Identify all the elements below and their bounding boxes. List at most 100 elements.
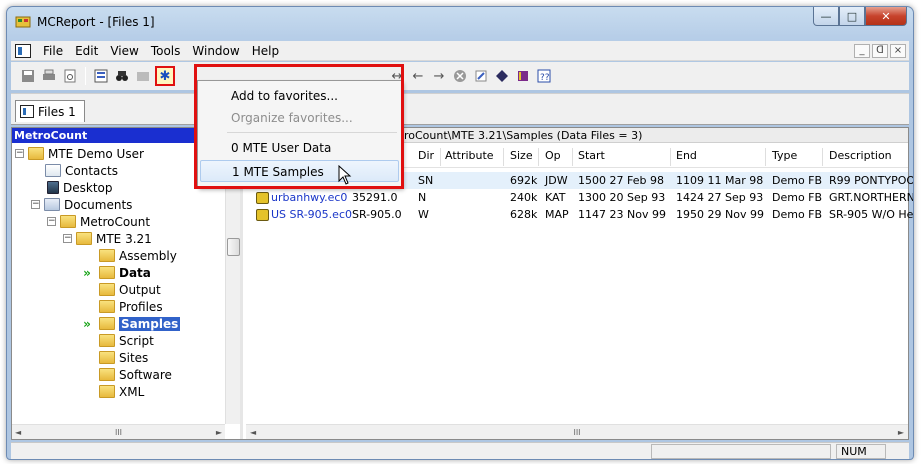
num-lock-indicator: NUM bbox=[836, 444, 886, 459]
tab-label: Files 1 bbox=[38, 104, 76, 119]
cell-op: JDW bbox=[545, 174, 568, 187]
collapse-icon[interactable]: − bbox=[15, 149, 24, 158]
tree-item-label: Sites bbox=[119, 350, 149, 365]
cell-dir: N bbox=[418, 191, 427, 204]
column-divider[interactable] bbox=[538, 148, 539, 166]
menu-item-mte-samples[interactable]: 1 MTE Samples bbox=[200, 160, 399, 182]
maximize-button[interactable]: □ bbox=[839, 7, 865, 26]
tree-item-desktop[interactable]: Desktop bbox=[47, 179, 113, 196]
document-window-icon[interactable] bbox=[15, 43, 31, 58]
menu-help[interactable]: Help bbox=[246, 44, 285, 58]
column-divider[interactable] bbox=[440, 148, 441, 166]
menu-view[interactable]: View bbox=[104, 44, 144, 58]
tree-item-samples[interactable]: » Samples bbox=[79, 315, 181, 332]
vehicle-data-icon bbox=[256, 208, 270, 221]
scroll-left-icon[interactable]: ◄ bbox=[15, 428, 21, 437]
column-description[interactable]: Description bbox=[829, 149, 892, 162]
status-panel bbox=[651, 444, 831, 459]
tree-item-profiles[interactable]: Profiles bbox=[99, 298, 163, 315]
tree-horizontal-scrollbar[interactable]: ◄ III ► bbox=[12, 424, 225, 439]
print-preview-icon[interactable] bbox=[61, 67, 79, 85]
binoculars-icon[interactable] bbox=[113, 67, 131, 85]
tree-item-software[interactable]: Software bbox=[99, 366, 172, 383]
cell-site: SR-905.0 bbox=[352, 208, 402, 221]
column-size[interactable]: Size bbox=[510, 149, 533, 162]
folder-icon bbox=[76, 232, 92, 245]
save-icon[interactable] bbox=[19, 67, 37, 85]
column-dir[interactable]: Dir bbox=[418, 149, 434, 162]
collapse-icon[interactable]: − bbox=[31, 200, 40, 209]
title-bar: MCReport - [Files 1] — □ ✕ bbox=[7, 7, 913, 35]
tree-item-output[interactable]: Output bbox=[99, 281, 161, 298]
tree-item-label: Software bbox=[119, 367, 172, 382]
tree-item-contacts[interactable]: Contacts bbox=[45, 162, 118, 179]
cell-type: Demo FB bbox=[772, 191, 823, 204]
report-icon[interactable] bbox=[92, 67, 110, 85]
arrow-right-icon[interactable]: → bbox=[430, 67, 448, 85]
cell-size: 692k bbox=[510, 174, 538, 187]
column-divider[interactable] bbox=[670, 148, 671, 166]
scroll-right-icon[interactable]: ► bbox=[216, 428, 222, 437]
diamond-icon[interactable] bbox=[493, 67, 511, 85]
mdi-close-button[interactable]: × bbox=[890, 43, 906, 58]
tree-item-assembly[interactable]: Assembly bbox=[99, 247, 177, 264]
mte-shortcut-icon: » bbox=[83, 316, 91, 331]
edit-icon[interactable] bbox=[472, 67, 490, 85]
column-divider[interactable] bbox=[572, 148, 573, 166]
menu-item-organize-favorites[interactable]: Organize favorites... bbox=[200, 107, 399, 129]
column-divider[interactable] bbox=[765, 148, 766, 166]
cell-type: Demo FB bbox=[772, 174, 823, 187]
scroll-right-icon[interactable]: ► bbox=[898, 428, 904, 437]
file-list-horizontal-scrollbar[interactable]: ◄ III ► bbox=[246, 424, 908, 439]
status-bar: NUM bbox=[11, 442, 909, 459]
scroll-left-icon[interactable]: ◄ bbox=[250, 428, 256, 437]
arrow-left-icon[interactable]: ← bbox=[409, 67, 427, 85]
help-icon[interactable]: ?? bbox=[535, 67, 553, 85]
tree-item-label: Data bbox=[119, 265, 151, 280]
tab-files-1[interactable]: Files 1 bbox=[15, 100, 85, 122]
menu-tools[interactable]: Tools bbox=[145, 44, 187, 58]
column-type[interactable]: Type bbox=[772, 149, 797, 162]
tree-item-sites[interactable]: Sites bbox=[99, 349, 148, 366]
column-divider[interactable] bbox=[822, 148, 823, 166]
tree-item-data[interactable]: » Data bbox=[79, 264, 151, 281]
tree-item-mte-3-21[interactable]: − MTE 3.21 bbox=[63, 230, 152, 247]
tree-item-mte-demo-user[interactable]: − MTE Demo User bbox=[15, 145, 144, 162]
cell-op: MAP bbox=[545, 208, 569, 221]
minimize-button[interactable]: — bbox=[813, 7, 839, 26]
table-row[interactable]: urbanhwy.ec0 35291.0 N 240k KAT 1300 20 … bbox=[246, 189, 913, 206]
column-op[interactable]: Op bbox=[545, 149, 561, 162]
column-end[interactable]: End bbox=[676, 149, 697, 162]
cell-size: 240k bbox=[510, 191, 538, 204]
mdi-minimize-button[interactable]: _ bbox=[854, 43, 870, 58]
favorites-star-icon[interactable]: ✱ bbox=[155, 66, 175, 86]
collapse-icon[interactable]: − bbox=[47, 217, 56, 226]
book-icon[interactable] bbox=[514, 67, 532, 85]
mdi-restore-button[interactable]: ᗡ bbox=[872, 43, 888, 58]
collapse-icon[interactable]: − bbox=[63, 234, 72, 243]
folder-open-icon[interactable] bbox=[134, 67, 152, 85]
folder-icon bbox=[99, 334, 115, 347]
contacts-icon bbox=[45, 164, 61, 177]
column-divider[interactable] bbox=[503, 148, 504, 166]
close-button[interactable]: ✕ bbox=[865, 7, 907, 26]
menu-window[interactable]: Window bbox=[186, 44, 245, 58]
menu-item-mte-user-data[interactable]: 0 MTE User Data bbox=[200, 137, 399, 159]
column-start[interactable]: Start bbox=[578, 149, 605, 162]
tree-item-metrocount[interactable]: − MetroCount bbox=[47, 213, 150, 230]
tree-item-xml[interactable]: XML bbox=[99, 383, 144, 400]
scrollbar-thumb[interactable] bbox=[227, 238, 240, 256]
tree-item-label: MTE 3.21 bbox=[96, 231, 152, 246]
tree-item-documents[interactable]: − Documents bbox=[31, 196, 132, 213]
window-title: MCReport - [Files 1] bbox=[37, 15, 155, 29]
tree-item-label: Output bbox=[119, 282, 161, 297]
stop-icon[interactable] bbox=[451, 67, 469, 85]
menu-item-add-to-favorites[interactable]: Add to favorites... bbox=[200, 85, 399, 107]
print-icon[interactable] bbox=[40, 67, 58, 85]
column-attribute[interactable]: Attribute bbox=[445, 149, 494, 162]
tree-item-script[interactable]: Script bbox=[99, 332, 154, 349]
menu-edit[interactable]: Edit bbox=[69, 44, 104, 58]
folder-icon bbox=[99, 385, 115, 398]
menu-file[interactable]: File bbox=[37, 44, 69, 58]
table-row[interactable]: US SR-905.ec0 SR-905.0 W 628k MAP 1147 2… bbox=[246, 206, 913, 223]
